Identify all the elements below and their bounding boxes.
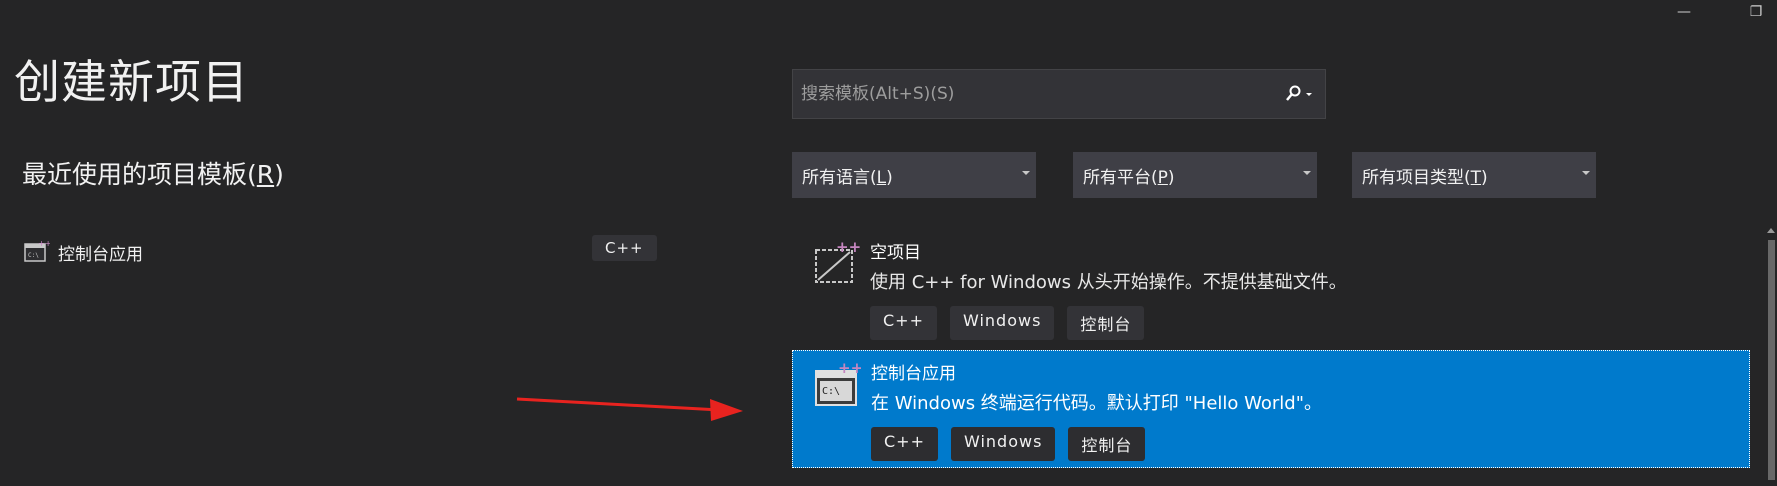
language-filter-label: 所有语言(L): [802, 167, 893, 188]
template-search-box: [792, 69, 1326, 119]
template-description: 在 Windows 终端运行代码。默认打印 "Hello World"。: [871, 393, 1323, 414]
tag-platform: Windows: [950, 427, 1056, 461]
tag-platform: Windows: [949, 306, 1055, 340]
annotation-arrow: [516, 397, 743, 421]
template-list-scrollbar[interactable]: [1765, 228, 1777, 486]
chevron-down-icon: [1582, 171, 1590, 175]
console-app-icon: C:\ ++: [815, 361, 861, 406]
svg-text:C:\: C:\: [28, 252, 39, 259]
search-input[interactable]: [793, 69, 1275, 119]
project-type-filter-dropdown[interactable]: 所有项目类型(T): [1352, 152, 1596, 198]
chevron-down-icon: [1303, 171, 1311, 175]
empty-project-icon: ++: [815, 240, 860, 283]
search-options-button[interactable]: [1275, 70, 1325, 118]
scroll-up-arrow-icon[interactable]: [1767, 228, 1775, 233]
platform-filter-dropdown[interactable]: 所有平台(P): [1073, 152, 1317, 198]
console-app-icon: C:\ ++: [24, 239, 50, 262]
template-description: 使用 C++ for Windows 从头开始操作。不提供基础文件。: [870, 272, 1347, 293]
restore-button[interactable]: ❐: [1742, 0, 1770, 24]
page-title: 创建新项目: [14, 55, 249, 109]
tag-project-type: 控制台: [1067, 306, 1145, 340]
recent-templates-heading: 最近使用的项目模板(R): [22, 160, 284, 189]
template-item-console-app[interactable]: C:\ ++ 控制台应用 在 Windows 终端运行代码。默认打印 "Hell…: [792, 350, 1750, 468]
scroll-thumb[interactable]: [1768, 240, 1775, 480]
tag-language: C++: [871, 427, 938, 461]
platform-filter-label: 所有平台(P): [1083, 167, 1175, 188]
svg-text:C:\: C:\: [822, 386, 840, 397]
template-title: 空项目: [870, 243, 921, 263]
project-type-filter-label: 所有项目类型(T): [1362, 167, 1488, 188]
tag-project-type: 控制台: [1068, 427, 1146, 461]
recent-template-label: 控制台应用: [58, 244, 143, 265]
template-tags: C++ Windows 控制台: [870, 306, 1145, 340]
template-title: 控制台应用: [871, 364, 956, 384]
recent-template-item[interactable]: C:\ ++ 控制台应用 C++: [22, 232, 657, 272]
search-icon: [1286, 85, 1312, 101]
language-tag: C++: [592, 235, 657, 261]
language-filter-dropdown[interactable]: 所有语言(L): [792, 152, 1036, 198]
svg-text:++: ++: [38, 239, 50, 248]
template-item-empty-project[interactable]: ++ 空项目 使用 C++ for Windows 从头开始操作。不提供基础文件…: [792, 230, 1750, 348]
chevron-down-icon: [1022, 171, 1030, 175]
minimize-button[interactable]: —: [1670, 0, 1698, 24]
svg-text:++: ++: [836, 240, 860, 256]
tag-language: C++: [870, 306, 937, 340]
svg-text:++: ++: [838, 361, 861, 377]
template-tags: C++ Windows 控制台: [871, 427, 1146, 461]
